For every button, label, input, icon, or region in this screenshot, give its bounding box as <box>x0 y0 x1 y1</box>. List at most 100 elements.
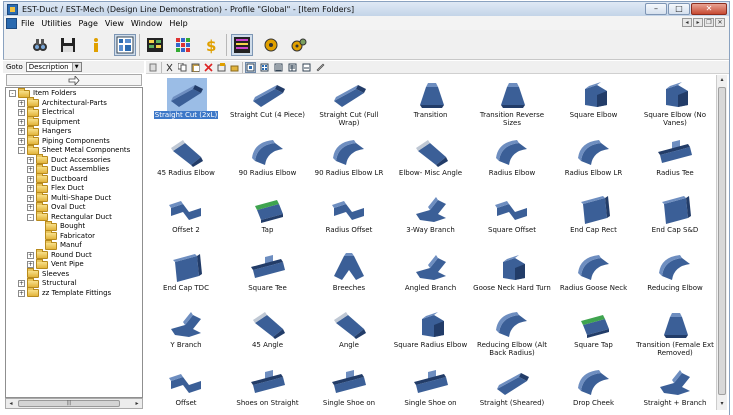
gear-icon[interactable] <box>260 34 282 56</box>
item-tile[interactable]: Straight Cut (4 Piece) <box>227 77 309 129</box>
item-grid[interactable]: Straight Cut (2xL) Straight Cut (4 Piece)… <box>146 75 715 410</box>
item-tile[interactable]: 90 Radius Elbow <box>227 135 309 187</box>
copy-icon[interactable] <box>177 62 188 73</box>
collapse-icon[interactable]: - <box>9 90 16 97</box>
item-tile[interactable]: End Cap TDC <box>146 250 227 302</box>
item-tile[interactable]: Transition (Female Ext Removed) <box>634 307 715 359</box>
list-icon[interactable] <box>273 62 284 73</box>
info-icon[interactable] <box>85 34 107 56</box>
item-tile[interactable]: Goose Neck Hard Turn <box>471 250 553 302</box>
navigate-button[interactable] <box>6 74 142 86</box>
spreadsheet-icon[interactable] <box>144 34 166 56</box>
item-tile[interactable]: Offset 2 <box>146 192 227 244</box>
item-tile[interactable]: Square Tee <box>227 250 309 302</box>
expand-icon[interactable]: + <box>27 261 34 268</box>
item-tile[interactable]: Radius Elbow LR <box>553 135 635 187</box>
item-tile[interactable]: Elbow- Misc Angle <box>390 135 472 187</box>
scroll-right-icon[interactable]: ▸ <box>132 399 142 408</box>
item-tile[interactable]: 45 Angle <box>227 307 309 359</box>
item-tile[interactable]: Single Shoe on <box>308 365 390 411</box>
expand-icon[interactable]: + <box>18 99 25 107</box>
scroll-left-icon[interactable]: ◂ <box>6 399 16 408</box>
maximize-button[interactable]: □ <box>668 3 690 15</box>
menu-help[interactable]: Help <box>169 19 187 28</box>
new-folder-icon[interactable] <box>229 62 240 73</box>
expand-icon[interactable]: + <box>18 289 25 297</box>
scrollbar-thumb[interactable]: ||| <box>18 400 120 407</box>
item-tile[interactable]: Straight Cut (Full Wrap) <box>308 77 390 129</box>
expand-icon[interactable]: + <box>18 128 25 135</box>
close-button[interactable]: ✕ <box>691 3 727 15</box>
item-tile[interactable]: Single Shoe on <box>390 365 472 411</box>
expand-icon[interactable]: + <box>27 166 34 173</box>
scrollbar-thumb[interactable] <box>718 87 726 395</box>
item-tile[interactable]: Reducing Elbow (Alt Back Radius) <box>471 307 553 359</box>
details-icon[interactable] <box>287 62 298 73</box>
doc-close-icon[interactable]: ✕ <box>715 18 725 27</box>
item-tile[interactable]: Square Tap <box>553 307 635 359</box>
item-tile[interactable]: Radius Tee <box>634 135 715 187</box>
minimize-button[interactable]: – <box>645 3 667 15</box>
item-tile[interactable]: Straight + Branch <box>634 365 715 411</box>
item-tile[interactable]: Square Elbow (No Vanes) <box>634 77 715 129</box>
tools-icon[interactable] <box>315 62 326 73</box>
item-tile[interactable]: 3-Way Branch <box>390 192 472 244</box>
item-tile[interactable]: Reducing Elbow <box>634 250 715 302</box>
tree-item[interactable]: + Hangers <box>18 125 71 136</box>
menu-view[interactable]: View <box>105 19 124 28</box>
item-tile[interactable]: Square Offset <box>471 192 553 244</box>
menu-file[interactable]: File <box>21 19 34 28</box>
item-tile[interactable]: 45 Radius Elbow <box>146 135 227 187</box>
expand-icon[interactable]: + <box>27 194 34 202</box>
tree-item[interactable]: - Item Folders <box>9 88 76 98</box>
binoculars-icon[interactable] <box>29 34 51 56</box>
grid-vertical-scrollbar[interactable]: ▴ ▾ <box>716 75 727 410</box>
chevron-down-icon[interactable]: ▼ <box>71 63 81 71</box>
item-tile[interactable]: Transition <box>390 77 472 129</box>
restore-icon[interactable]: ❐ <box>704 18 714 27</box>
tree-item[interactable]: + zz Template Fittings <box>18 287 111 298</box>
tree-item[interactable]: Bought <box>36 220 85 231</box>
scroll-right-icon[interactable]: ▸ <box>693 18 703 27</box>
list-view-icon[interactable] <box>231 34 253 56</box>
item-tile[interactable]: Square Elbow <box>553 77 635 129</box>
item-tile[interactable]: End Cap Rect <box>553 192 635 244</box>
tree-item[interactable]: - Sheet Metal Components <box>18 144 130 155</box>
paste-icon[interactable] <box>190 62 201 73</box>
scroll-left-icon[interactable]: ◂ <box>682 18 692 27</box>
gears-icon[interactable] <box>288 34 310 56</box>
item-tile[interactable]: Offset <box>146 365 227 411</box>
expand-icon[interactable]: + <box>18 118 25 126</box>
item-tile[interactable]: End Cap S&D <box>634 192 715 244</box>
delete-icon[interactable] <box>203 62 214 73</box>
item-tile[interactable]: Shoes on Straight <box>227 365 309 411</box>
item-tile[interactable]: Straight Cut (2xL) <box>146 77 227 129</box>
item-tile[interactable]: Straight (Sheared) <box>471 365 553 411</box>
expand-icon[interactable]: + <box>18 137 25 145</box>
scroll-down-icon[interactable]: ▾ <box>717 399 727 408</box>
expand-icon[interactable]: + <box>27 175 34 183</box>
folder-tree[interactable]: - Item Folders + Architectural-Parts + Electr… <box>5 87 143 398</box>
item-tile[interactable]: Square Radius Elbow <box>390 307 472 359</box>
item-tile[interactable]: Tap <box>227 192 309 244</box>
item-tile[interactable]: 90 Radius Elbow LR <box>308 135 390 187</box>
tree-item[interactable]: + Vent Pipe <box>27 258 84 269</box>
refresh-icon[interactable] <box>301 62 312 73</box>
menu-window[interactable]: Window <box>131 19 163 28</box>
expand-icon[interactable]: + <box>27 204 34 211</box>
item-tile[interactable]: Transition Reverse Sizes <box>471 77 553 129</box>
item-tile[interactable]: Y Branch <box>146 307 227 359</box>
grid-view-icon[interactable] <box>114 34 136 56</box>
large-icons-view-icon[interactable] <box>245 62 256 73</box>
small-icons-view-icon[interactable] <box>259 62 270 73</box>
item-tile[interactable]: Radius Goose Neck <box>553 250 635 302</box>
expand-icon[interactable]: + <box>27 251 34 259</box>
item-tile[interactable]: Angled Branch <box>390 250 472 302</box>
item-tile[interactable]: Drop Cheek <box>553 365 635 411</box>
menu-utilities[interactable]: Utilities <box>41 19 71 28</box>
expand-icon[interactable]: + <box>18 280 25 287</box>
properties-icon[interactable] <box>216 62 227 73</box>
expand-icon[interactable]: + <box>18 109 25 116</box>
item-tile[interactable]: Breeches <box>308 250 390 302</box>
scroll-up-icon[interactable]: ▴ <box>717 75 727 84</box>
